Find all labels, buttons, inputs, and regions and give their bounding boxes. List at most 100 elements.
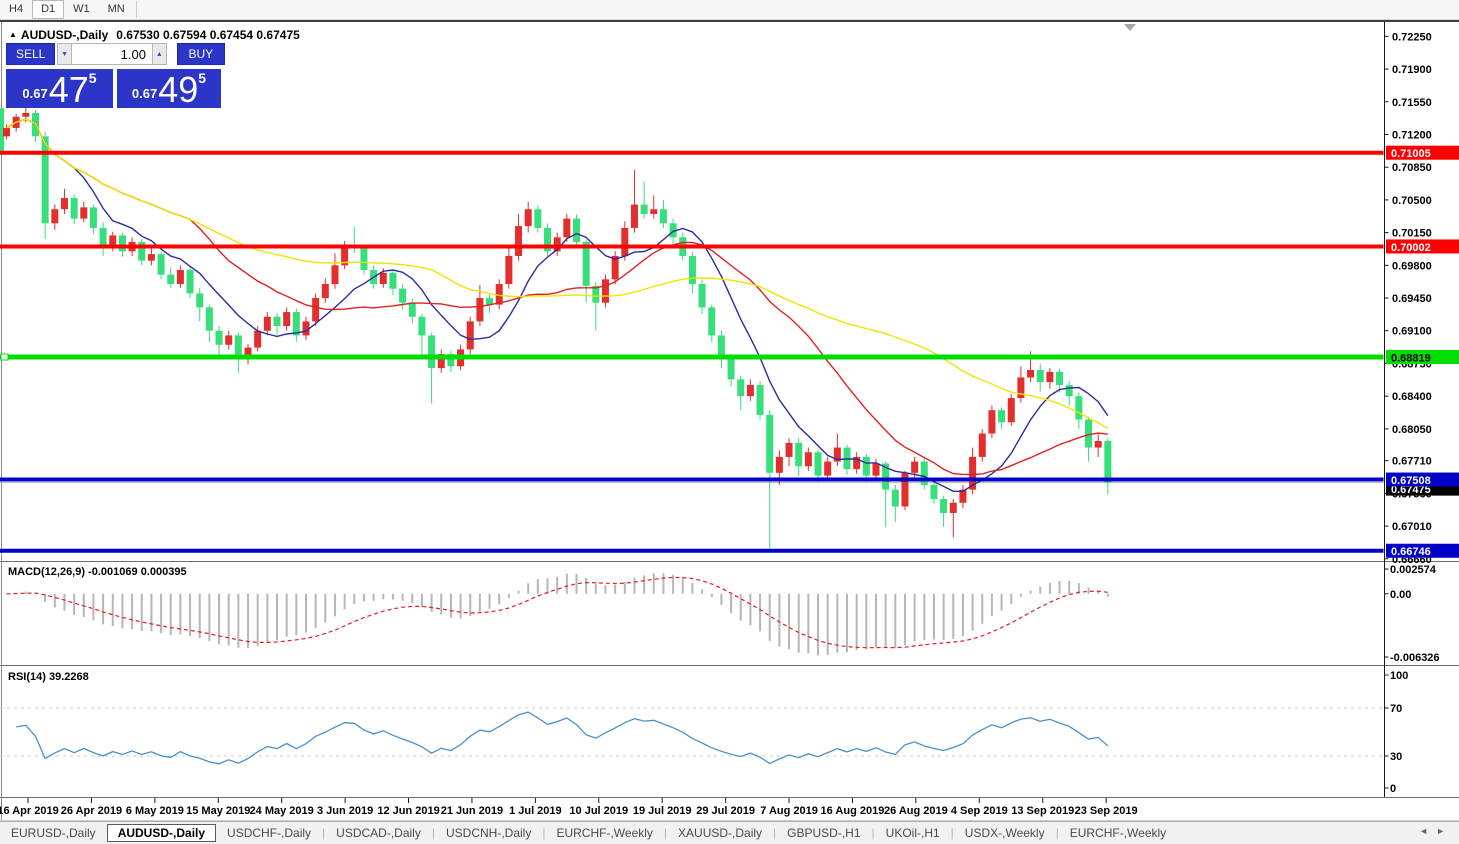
tab-usdcad-daily[interactable]: USDCAD-,Daily: [325, 824, 432, 842]
macd-indicator-label: MACD(12,26,9) -0.001069 0.000395: [8, 566, 187, 578]
svg-text:0.66746: 0.66746: [1391, 546, 1431, 558]
candle-body: [99, 227, 107, 247]
candle-body: [1046, 371, 1054, 383]
candle-body: [978, 433, 986, 457]
price-tick-label: 0.67710: [1392, 456, 1432, 468]
volume-increase-button[interactable]: ▲: [151, 43, 167, 65]
toolbar-separator: [135, 1, 137, 18]
candle-body: [283, 312, 291, 327]
buy-price-main: 49: [158, 69, 199, 110]
svg-text:0.70002: 0.70002: [1391, 242, 1431, 254]
candle-body: [1056, 371, 1064, 385]
sell-price-pip: 5: [88, 70, 97, 86]
tab-audusd-daily[interactable]: AUDUSD-,Daily: [106, 824, 217, 842]
rsi-pane: 100 70 30 0: [0, 670, 1408, 795]
price-tick-label: 0.71200: [1392, 129, 1432, 141]
candle-body: [824, 461, 832, 476]
hline-handle[interactable]: [0, 353, 9, 361]
timeframe-h4-button[interactable]: H4: [0, 0, 32, 19]
one-click-trading-panel: SELL ▼ ▲ BUY 0.67 47 5 0.67 49 5: [6, 43, 225, 108]
candle-body: [205, 307, 213, 331]
tab-gbpusd-h1[interactable]: GBPUSD-,H1: [776, 824, 871, 842]
candle-body: [795, 442, 803, 467]
sell-price-main: 47: [48, 69, 89, 110]
candle-body: [756, 384, 764, 415]
price-tick-label: 0.71900: [1392, 64, 1432, 76]
candle-body: [215, 330, 223, 345]
candle-body: [476, 298, 484, 322]
tab-scroll-arrows[interactable]: ◄►: [1419, 826, 1453, 836]
price-tick-label: 0.69450: [1392, 293, 1432, 305]
candle-body: [708, 307, 716, 336]
tab-usdchf-daily[interactable]: USDCHF-,Daily: [216, 824, 322, 842]
rsi-name: RSI(14): [8, 671, 46, 683]
tab-eurchf-weekly[interactable]: EURCHF-,Weekly: [545, 824, 663, 842]
price-tick-label: 0.69100: [1392, 326, 1432, 338]
tab-scroll-left-icon[interactable]: ◄: [1419, 826, 1436, 836]
candle-body: [872, 463, 880, 476]
buy-price-pip: 5: [198, 70, 207, 86]
chart-tab-bar: EURUSD-,Daily AUDUSD-,Daily USDCHF-,Daily |…: [0, 821, 1459, 844]
timeframe-w1-button[interactable]: W1: [64, 0, 99, 19]
date-tick-label: 26 Aug 2019: [884, 805, 948, 817]
svg-text:0.68819: 0.68819: [1391, 353, 1431, 365]
price-tick-label: 0.67010: [1392, 521, 1432, 533]
date-tick-label: 10 Jul 2019: [569, 805, 628, 817]
chart-ohlc-values: 0.67530 0.67594 0.67454 0.67475: [116, 28, 300, 42]
macd-axis-label: -0.006326: [1390, 652, 1440, 664]
candle-body: [1104, 441, 1112, 483]
date-tick-label: 12 Jun 2019: [377, 805, 439, 817]
sell-button[interactable]: SELL: [6, 43, 56, 65]
tab-eurchf-weekly[interactable]: EURCHF-,Weekly: [1059, 824, 1177, 842]
candle-body: [389, 272, 397, 289]
price-badge: 0.67508: [1386, 472, 1459, 487]
price-tick-label: 0.70150: [1392, 228, 1432, 240]
candle-body: [399, 288, 407, 303]
timeframe-d1-button[interactable]: D1: [32, 0, 65, 19]
rsi-axis-label: 100: [1390, 670, 1408, 682]
price-badge: 0.68819: [1386, 350, 1459, 365]
tab-ukoil-h1[interactable]: UKOil-,H1: [875, 824, 951, 842]
tab-eurusd-daily[interactable]: EURUSD-,Daily: [0, 824, 107, 842]
candle-body: [891, 489, 899, 507]
macd-values: -0.001069 0.000395: [88, 566, 187, 578]
tab-scroll-right-icon[interactable]: ►: [1436, 826, 1453, 836]
collapse-triangle-icon[interactable]: ▲: [9, 30, 17, 39]
date-tick-label: 6 May 2019: [126, 805, 184, 817]
buy-price-box[interactable]: 0.67 49 5: [117, 69, 221, 108]
candle-body: [3, 127, 10, 137]
price-badge: 0.66746: [1386, 543, 1459, 558]
buy-price-prefix: 0.67: [131, 86, 158, 101]
macd-name: MACD(12,26,9): [8, 566, 86, 578]
candle-body: [630, 204, 638, 228]
timeframe-mn-button[interactable]: MN: [99, 0, 134, 19]
candle-body: [157, 254, 165, 275]
sell-price-box[interactable]: 0.67 47 5: [6, 69, 113, 108]
chart-shift-marker[interactable]: [1124, 24, 1136, 31]
candle-body: [775, 456, 783, 473]
volume-input[interactable]: [71, 43, 152, 65]
volume-decrease-button[interactable]: ▼: [57, 43, 72, 65]
date-tick-label: 19 Jul 2019: [633, 805, 692, 817]
tab-usdcnh-daily[interactable]: USDCNH-,Daily: [435, 824, 542, 842]
price-chart[interactable]: 0.72250 0.71900 0.71550 0.71200 0.70850 0.705…: [0, 0, 1459, 844]
tab-xauusd-daily[interactable]: XAUUSD-,Daily: [667, 824, 773, 842]
tab-usdx-weekly[interactable]: USDX-,Weekly: [954, 824, 1056, 842]
candle-body: [254, 330, 262, 348]
macd-axis-label: 0.002574: [1390, 564, 1437, 576]
candle-body: [930, 484, 938, 499]
timeframe-toolbar: H4 D1 W1 MN: [0, 0, 1459, 20]
candle-body: [22, 112, 30, 117]
candle-body: [1027, 370, 1035, 378]
candle-body: [988, 410, 996, 434]
date-tick-label: 3 Jun 2019: [317, 805, 373, 817]
date-tick-label: 1 Jul 2019: [509, 805, 562, 817]
pane-separators[interactable]: [0, 22, 1459, 821]
candle-body: [176, 270, 184, 285]
price-tick-label: 0.68050: [1392, 424, 1432, 436]
candle-body: [515, 226, 523, 256]
candle-body: [563, 218, 571, 238]
chart-title: ▲ AUDUSD-,Daily 0.67530 0.67594 0.67454 0.…: [9, 28, 300, 42]
buy-button[interactable]: BUY: [176, 43, 225, 65]
svg-text:0.71005: 0.71005: [1391, 148, 1431, 160]
